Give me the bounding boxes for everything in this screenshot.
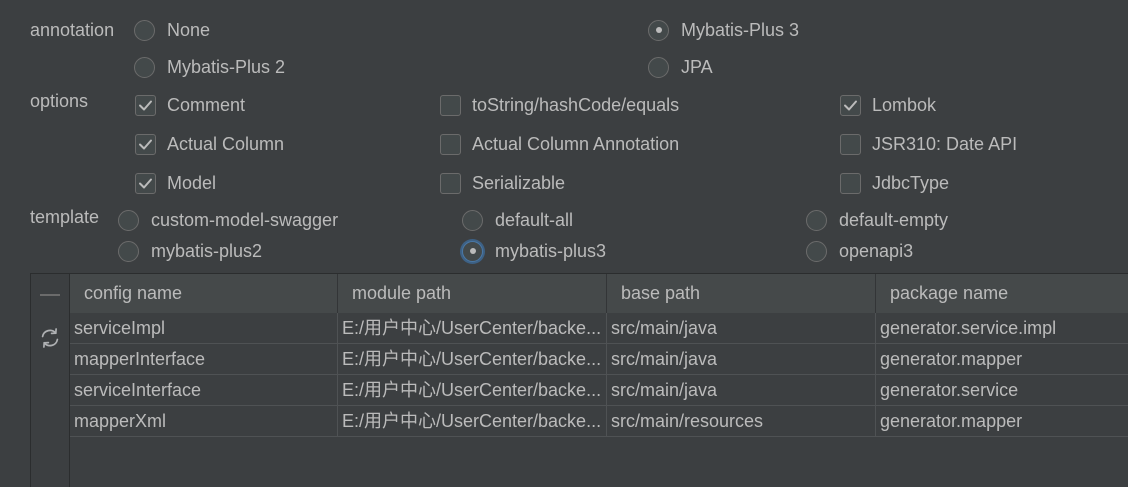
option-checkbox-tostring-hashcode-equals[interactable]: toString/hashCode/equals — [440, 94, 679, 116]
checkbox-box[interactable] — [135, 133, 156, 155]
option-checkbox-jdbctype[interactable]: JdbcType — [840, 172, 949, 194]
checkbox-box[interactable] — [440, 133, 461, 155]
table-row[interactable]: serviceImpl E:/用户中心/UserCenter/backe... … — [70, 313, 1128, 344]
radio-circle[interactable] — [648, 56, 669, 78]
radio-circle[interactable] — [806, 209, 827, 231]
cell-module-path[interactable]: E:/用户中心/UserCenter/backe... — [338, 406, 607, 436]
options-label: options — [30, 91, 89, 111]
cell-config-name[interactable]: serviceImpl — [70, 313, 338, 343]
checkbox-label[interactable]: Model — [167, 172, 216, 194]
checkbox-label[interactable]: toString/hashCode/equals — [472, 94, 679, 116]
cell-base-path[interactable]: src/main/java — [607, 375, 876, 405]
cell-base-path[interactable]: src/main/java — [607, 313, 876, 343]
table-toolbar — [31, 274, 70, 487]
cell-config-name[interactable]: mapperXml — [70, 406, 338, 436]
cell-package-name[interactable]: generator.mapper — [876, 344, 1128, 374]
refresh-icon — [41, 328, 59, 348]
option-checkbox-model[interactable]: Model — [135, 172, 216, 194]
option-checkbox-serializable[interactable]: Serializable — [440, 172, 565, 194]
radio-label[interactable]: mybatis-plus2 — [151, 240, 262, 262]
cell-config-name[interactable]: serviceInterface — [70, 375, 338, 405]
checkbox-label[interactable]: JdbcType — [872, 172, 949, 194]
option-checkbox-jsr310-date-api[interactable]: JSR310: Date API — [840, 133, 1017, 155]
template-radio-mybatis-plus3[interactable]: mybatis-plus3 — [462, 240, 606, 262]
refresh-button[interactable] — [37, 325, 63, 351]
cell-base-path[interactable]: src/main/java — [607, 344, 876, 374]
checkbox-box[interactable] — [135, 172, 156, 194]
checkmark-icon — [139, 139, 152, 149]
minus-icon — [40, 294, 60, 296]
annotation-radio-jpa[interactable]: JPA — [648, 56, 713, 78]
option-checkbox-lombok[interactable]: Lombok — [840, 94, 936, 116]
table-header: config name module path base path packag… — [70, 274, 1128, 313]
radio-label[interactable]: default-empty — [839, 209, 948, 231]
annotation-radio-mybatis-plus-2[interactable]: Mybatis-Plus 2 — [134, 56, 285, 78]
table-row[interactable]: mapperXml E:/用户中心/UserCenter/backe... sr… — [70, 406, 1128, 437]
remove-row-button[interactable] — [37, 282, 63, 308]
radio-label[interactable]: default-all — [495, 209, 573, 231]
template-radio-openapi3[interactable]: openapi3 — [806, 240, 913, 262]
table-row[interactable]: mapperInterface E:/用户中心/UserCenter/backe… — [70, 344, 1128, 375]
checkbox-box[interactable] — [840, 94, 861, 116]
column-header-package-name: package name — [890, 283, 1009, 303]
checkbox-box[interactable] — [440, 172, 461, 194]
checkbox-label[interactable]: Actual Column Annotation — [472, 133, 679, 155]
radio-circle[interactable] — [648, 19, 669, 41]
radio-label[interactable]: Mybatis-Plus 2 — [167, 56, 285, 78]
template-radio-default-empty[interactable]: default-empty — [806, 209, 948, 231]
checkbox-label[interactable]: Comment — [167, 94, 245, 116]
radio-label[interactable]: openapi3 — [839, 240, 913, 262]
table-row[interactable]: serviceInterface E:/用户中心/UserCenter/back… — [70, 375, 1128, 406]
checkbox-box[interactable] — [135, 94, 156, 116]
cell-module-path[interactable]: E:/用户中心/UserCenter/backe... — [338, 313, 607, 343]
radio-label[interactable]: None — [167, 19, 210, 41]
checkbox-box[interactable] — [840, 133, 861, 155]
template-label: template — [30, 207, 100, 227]
radio-label[interactable]: mybatis-plus3 — [495, 240, 606, 262]
column-header-module-path: module path — [338, 274, 607, 313]
checkbox-label[interactable]: JSR310: Date API — [872, 133, 1017, 155]
option-checkbox-actual-column-annotation[interactable]: Actual Column Annotation — [440, 133, 679, 155]
radio-circle[interactable] — [134, 19, 155, 41]
checkbox-box[interactable] — [440, 94, 461, 116]
annotation-radio-none[interactable]: None — [134, 19, 210, 41]
column-header-config-name: config name — [70, 274, 338, 313]
option-checkbox-actual-column[interactable]: Actual Column — [135, 133, 284, 155]
template-radio-custom-model-swagger[interactable]: custom-model-swagger — [118, 209, 338, 231]
radio-circle[interactable] — [118, 240, 139, 262]
radio-label[interactable]: Mybatis-Plus 3 — [681, 19, 799, 41]
template-radio-mybatis-plus2[interactable]: mybatis-plus2 — [118, 240, 262, 262]
cell-config-name[interactable]: mapperInterface — [70, 344, 338, 374]
radio-circle[interactable] — [134, 56, 155, 78]
cell-module-path[interactable]: E:/用户中心/UserCenter/backe... — [338, 375, 607, 405]
radio-circle[interactable] — [462, 209, 483, 231]
checkbox-label[interactable]: Serializable — [472, 172, 565, 194]
cell-module-path[interactable]: E:/用户中心/UserCenter/backe... — [338, 344, 607, 374]
radio-circle[interactable] — [118, 209, 139, 231]
radio-label[interactable]: custom-model-swagger — [151, 209, 338, 231]
checkbox-label[interactable]: Lombok — [872, 94, 936, 116]
option-checkbox-comment[interactable]: Comment — [135, 94, 245, 116]
annotation-radio-mybatis-plus-3[interactable]: Mybatis-Plus 3 — [648, 19, 799, 41]
checkmark-icon — [139, 100, 152, 110]
cell-package-name[interactable]: generator.mapper — [876, 406, 1128, 436]
radio-circle[interactable] — [806, 240, 827, 262]
radio-label[interactable]: JPA — [681, 56, 713, 78]
cell-package-name[interactable]: generator.service — [876, 375, 1128, 405]
checkbox-label[interactable]: Actual Column — [167, 133, 284, 155]
cell-base-path[interactable]: src/main/resources — [607, 406, 876, 436]
checkmark-icon — [139, 178, 152, 188]
annotation-label: annotation — [30, 20, 115, 40]
column-header-base-path: base path — [607, 274, 876, 313]
table-body: serviceImpl E:/用户中心/UserCenter/backe... … — [70, 313, 1128, 437]
radio-circle[interactable] — [462, 240, 483, 262]
checkbox-box[interactable] — [840, 172, 861, 194]
checkmark-icon — [844, 100, 857, 110]
cell-package-name[interactable]: generator.service.impl — [876, 313, 1128, 343]
template-radio-default-all[interactable]: default-all — [462, 209, 573, 231]
